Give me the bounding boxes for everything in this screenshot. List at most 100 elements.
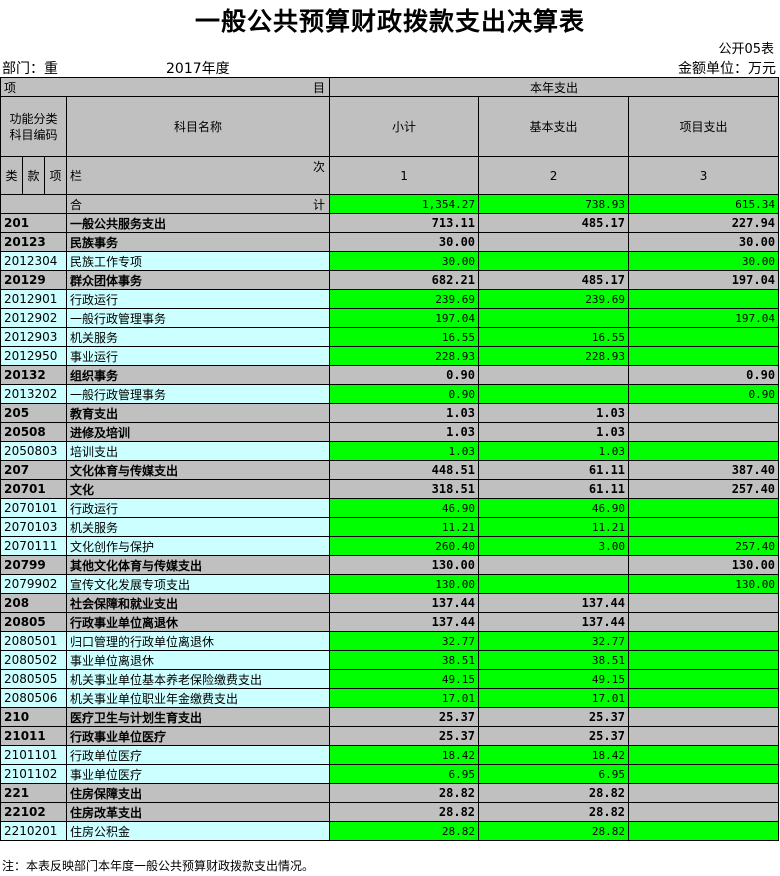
row-name: 群众团体事务 [65,270,331,290]
row-code: 210 [0,707,67,727]
table-row: 201 一般公共服务支出 713.11 485.17 227.94 [0,213,780,233]
row-name: 事业单位医疗 [65,764,331,784]
row-project [628,593,780,613]
header-col2: 2 [478,156,630,195]
row-code: 205 [0,403,67,423]
table-row: 2080501 归口管理的行政单位离退休 32.77 32.77 [0,631,780,651]
row-project [628,441,780,461]
row-project [628,422,780,442]
row-project: 197.04 [628,308,780,328]
row-subtotal: 30.00 [329,232,480,252]
row-basic: 1.03 [478,441,630,461]
row-code: 20129 [0,270,67,290]
table-row: 205 教育支出 1.03 1.03 [0,403,780,423]
row-project [628,498,780,518]
header-current-expense: 本年支出 [329,77,780,97]
meta-line: 部门：重 2017年度 金额单位：万元 [0,58,778,77]
row-name: 民族工作专项 [65,251,331,271]
row-subtotal: 448.51 [329,460,480,480]
row-subtotal: 0.90 [329,365,480,385]
header-col1: 1 [329,156,480,195]
row-basic: 137.44 [478,593,630,613]
row-project [628,631,780,651]
row-basic: 17.01 [478,688,630,708]
row-project [628,802,780,822]
row-project: 227.94 [628,213,780,233]
row-subtotal: 197.04 [329,308,480,328]
row-basic: 49.15 [478,669,630,689]
row-subtotal: 25.37 [329,726,480,746]
row-name: 机关服务 [65,517,331,537]
row-code: 2013202 [0,384,67,404]
row-code: 207 [0,460,67,480]
row-subtotal: 1.03 [329,403,480,423]
total-label-cell: 合 计 [65,194,331,214]
total-blank [0,194,67,214]
header-subtotal: 小计 [329,96,480,157]
row-subtotal: 137.44 [329,612,480,632]
row-name: 行政事业单位医疗 [65,726,331,746]
row-subtotal: 17.01 [329,688,480,708]
row-name: 事业单位离退休 [65,650,331,670]
table-row: 221 住房保障支出 28.82 28.82 [0,783,780,803]
row-subtotal: 18.42 [329,745,480,765]
row-code: 20799 [0,555,67,575]
table-row: 2070103 机关服务 11.21 11.21 [0,517,780,537]
row-basic: 3.00 [478,536,630,556]
table-row: 2070101 行政运行 46.90 46.90 [0,498,780,518]
row-project [628,669,780,689]
header-row-2: 功能分类 科目编码 科目名称 小计 基本支出 项目支出 [0,96,780,157]
row-project: 130.00 [628,555,780,575]
row-name: 文化创作与保护 [65,536,331,556]
header-lan: 栏 [70,169,83,183]
total-ji: 计 [313,198,326,212]
row-basic: 11.21 [478,517,630,537]
row-project [628,346,780,366]
year-label: 2017年度 [166,61,230,77]
row-name: 文化体育与传媒支出 [65,460,331,480]
header-lan-cell: 栏 次 [65,156,331,195]
header-basic: 基本支出 [478,96,630,157]
row-project [628,612,780,632]
row-basic: 228.93 [478,346,630,366]
row-name: 一般行政管理事务 [65,384,331,404]
row-subtotal: 1.03 [329,441,480,461]
header-lei: 类 [0,156,23,195]
row-code: 20123 [0,232,67,252]
row-code: 2070103 [0,517,67,537]
row-basic: 25.37 [478,726,630,746]
row-project: 130.00 [628,574,780,594]
row-subtotal: 1.03 [329,422,480,442]
table-row: 20129 群众团体事务 682.21 485.17 197.04 [0,270,780,290]
row-code: 2050803 [0,441,67,461]
row-code: 20508 [0,422,67,442]
header-subject-name: 科目名称 [65,96,331,157]
row-name: 机关事业单位职业年金缴费支出 [65,688,331,708]
row-name: 行政单位医疗 [65,745,331,765]
row-subtotal: 28.82 [329,821,480,841]
row-name: 事业运行 [65,346,331,366]
row-basic: 485.17 [478,213,630,233]
row-basic [478,365,630,385]
total-he: 合 [70,197,83,212]
row-basic: 18.42 [478,745,630,765]
table-row: 21011 行政事业单位医疗 25.37 25.37 [0,726,780,746]
row-name: 一般行政管理事务 [65,308,331,328]
table-row: 2013202 一般行政管理事务 0.90 0.90 [0,384,780,404]
row-basic: 137.44 [478,612,630,632]
row-subtotal: 260.40 [329,536,480,556]
header-col3: 3 [628,156,780,195]
expense-table: 项 目 本年支出 功能分类 科目编码 科目名称 小计 基本支出 项目支出 类 款… [0,77,780,841]
row-basic: 61.11 [478,460,630,480]
row-code: 2012950 [0,346,67,366]
table-row: 2079902 宣传文化发展专项支出 130.00 130.00 [0,574,780,594]
header-func-code: 功能分类 科目编码 [0,96,67,157]
row-project: 0.90 [628,384,780,404]
row-subtotal: 30.00 [329,251,480,271]
row-subtotal: 28.82 [329,802,480,822]
row-name: 教育支出 [65,403,331,423]
row-basic: 28.82 [478,802,630,822]
row-subtotal: 239.69 [329,289,480,309]
row-code: 2080506 [0,688,67,708]
row-code: 2079902 [0,574,67,594]
